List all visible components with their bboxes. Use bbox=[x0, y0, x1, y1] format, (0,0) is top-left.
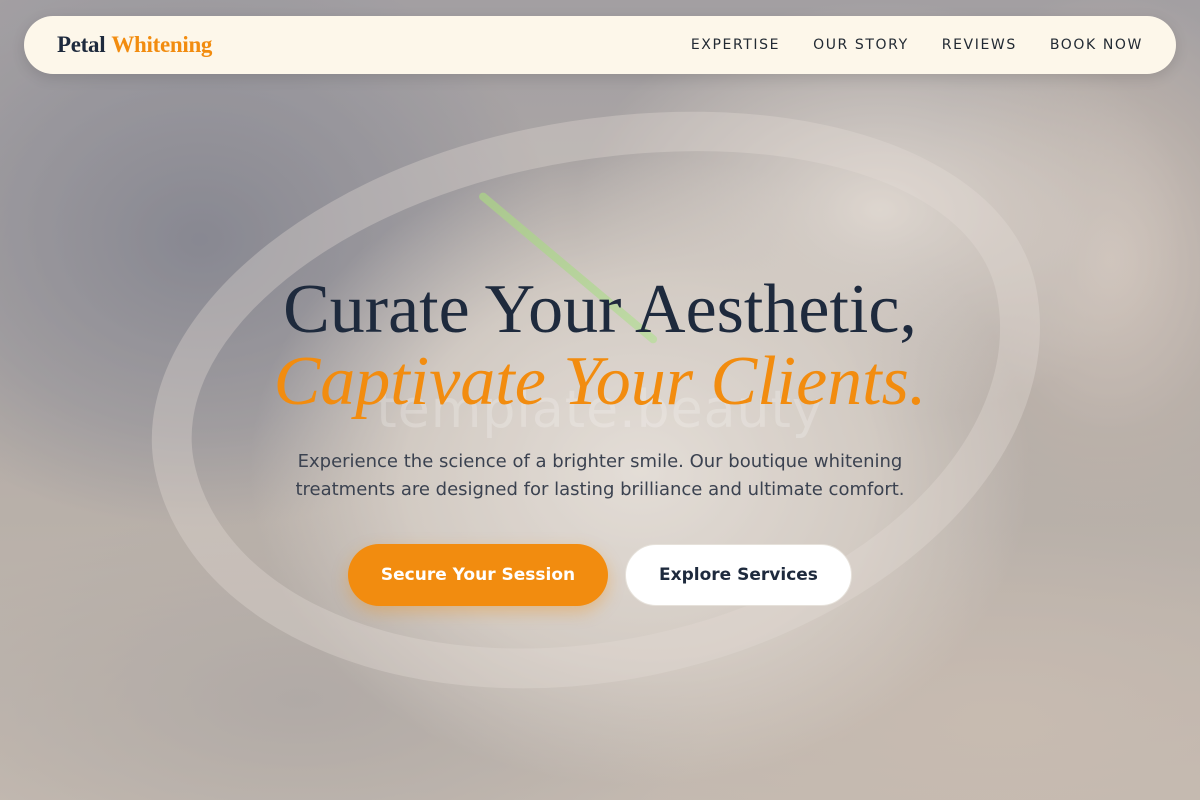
nav-link-expertise[interactable]: EXPERTISE bbox=[691, 37, 780, 53]
nav-links: EXPERTISE OUR STORY REVIEWS BOOK NOW bbox=[691, 37, 1143, 53]
brand-name-accent: Whitening bbox=[111, 32, 213, 57]
brand-name-primary: Petal bbox=[57, 32, 106, 57]
explore-services-button[interactable]: Explore Services bbox=[625, 544, 852, 606]
secure-session-button[interactable]: Secure Your Session bbox=[348, 544, 608, 606]
hero-section: Curate Your Aesthetic, Captivate Your Cl… bbox=[0, 270, 1200, 606]
nav-link-our-story[interactable]: OUR STORY bbox=[813, 37, 909, 53]
brand-logo[interactable]: Petal Whitening bbox=[57, 32, 212, 58]
landing-page: Petal Whitening EXPERTISE OUR STORY REVI… bbox=[0, 0, 1200, 800]
hero-headline-line2: Captivate Your Clients. bbox=[273, 343, 927, 420]
nav-link-reviews[interactable]: REVIEWS bbox=[942, 37, 1017, 53]
nav-link-book-now[interactable]: BOOK NOW bbox=[1050, 37, 1143, 53]
hero-headline-line1: Curate Your Aesthetic, bbox=[283, 271, 917, 348]
top-navbar: Petal Whitening EXPERTISE OUR STORY REVI… bbox=[24, 16, 1176, 74]
hero-subtitle: Experience the science of a brighter smi… bbox=[295, 451, 905, 500]
hero-cta-row: Secure Your Session Explore Services bbox=[0, 544, 1200, 606]
